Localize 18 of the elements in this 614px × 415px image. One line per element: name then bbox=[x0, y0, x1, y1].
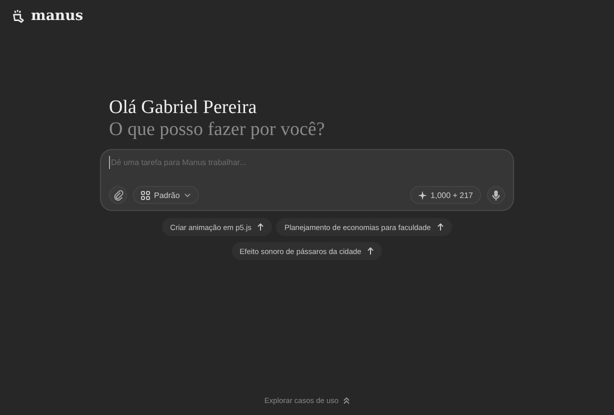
credits-button[interactable]: 1,000 + 217 bbox=[410, 186, 481, 204]
greeting-title: Olá Gabriel Pereira bbox=[109, 97, 258, 119]
arrow-up-icon bbox=[367, 247, 374, 255]
brand-name: manus bbox=[31, 8, 84, 24]
paperclip-icon bbox=[112, 190, 124, 200]
arrow-up-icon bbox=[436, 223, 444, 231]
greeting-subtitle: O que posso fazer por você? bbox=[109, 119, 326, 141]
double-chevron-icon bbox=[342, 397, 350, 404]
logo-icon bbox=[11, 8, 26, 24]
microphone-button[interactable] bbox=[487, 186, 505, 204]
attach-button[interactable] bbox=[109, 186, 127, 204]
mode-dropdown[interactable]: Padrão bbox=[133, 186, 199, 204]
grid-icon bbox=[141, 190, 150, 200]
task-input[interactable]: Dê uma tarefa para Manus trabalhar... bbox=[109, 156, 505, 169]
sparkle-icon bbox=[418, 190, 427, 200]
caret-icon bbox=[184, 192, 191, 198]
microphone-icon bbox=[491, 190, 501, 200]
arrow-up-icon bbox=[257, 223, 264, 231]
